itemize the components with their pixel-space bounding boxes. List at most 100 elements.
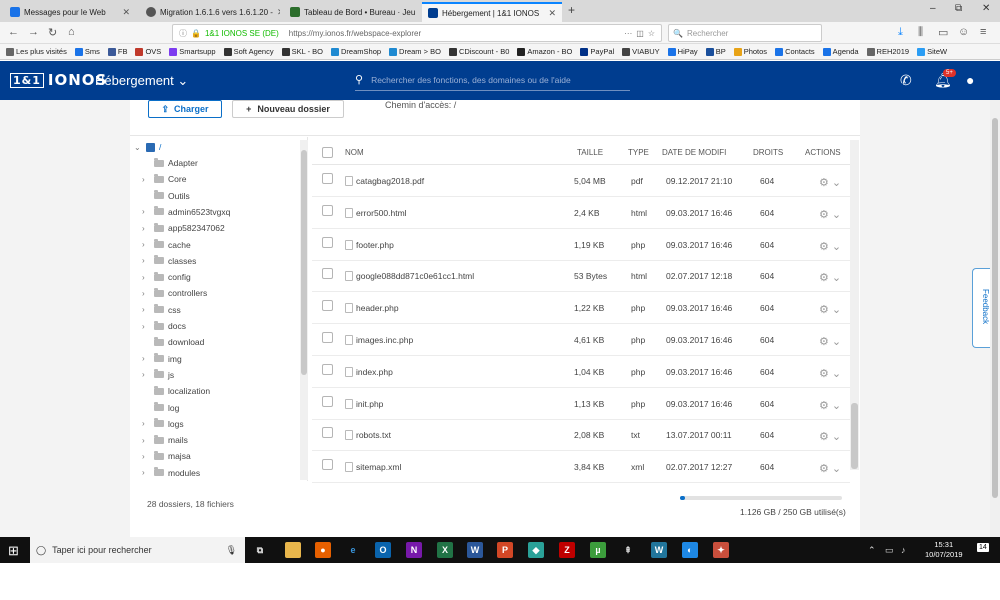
tree-item-mails[interactable]: › mails	[142, 432, 188, 448]
bookmark-item[interactable]: Sms	[74, 47, 100, 56]
bookmark-item[interactable]: Contacts	[775, 47, 815, 56]
pocket-icon[interactable]: ◫	[636, 29, 644, 38]
app-icon[interactable]: ◆	[528, 542, 544, 558]
bookmark-item[interactable]: CDiscount - B0	[448, 47, 509, 56]
file-row[interactable]: robots.txt 2,08 KB txt 13.07.2017 00:11 604 ⚙…	[312, 419, 850, 452]
row-checkbox[interactable]	[322, 236, 333, 248]
maximize-icon[interactable]: ⧉	[955, 3, 962, 14]
column-header-date[interactable]: DATE DE MODIFI	[662, 148, 728, 157]
chevron-right-icon[interactable]: ›	[142, 305, 150, 314]
row-checkbox[interactable]	[322, 332, 333, 343]
tree-root[interactable]: ⌄ /	[134, 139, 161, 155]
firefox-icon[interactable]: ●	[315, 542, 331, 558]
download-icon[interactable]: ⤓	[898, 26, 903, 39]
tree-item-modules[interactable]: › modules	[142, 465, 200, 481]
back-icon[interactable]: ←	[8, 26, 19, 38]
chevron-right-icon[interactable]: ›	[142, 289, 150, 298]
gear-icon[interactable]: ⚙ ⌄	[819, 176, 841, 189]
new-tab-icon[interactable]: +	[568, 3, 575, 17]
account-icon[interactable]: ☺	[958, 26, 969, 38]
row-checkbox[interactable]	[322, 459, 333, 471]
chevron-right-icon[interactable]: ›	[142, 370, 150, 379]
url-bar[interactable]: ⓘ 🔒 1&1 IONOS SE (DE) https://my.ionos.f…	[172, 24, 662, 42]
table-scroll-thumb[interactable]	[851, 403, 858, 469]
sidebar-icon[interactable]: ▭	[938, 26, 948, 39]
chevron-right-icon[interactable]: ›	[142, 419, 150, 428]
home-icon[interactable]: ⌂	[68, 26, 75, 38]
tab-close-icon[interactable]: ✕	[419, 7, 420, 18]
file-name[interactable]: index.php	[356, 367, 393, 377]
system-clock[interactable]: 15:31 10/07/2019	[925, 540, 963, 560]
wordpress-icon[interactable]: W	[651, 542, 667, 558]
column-header-type[interactable]: TYPE	[628, 148, 649, 157]
info-icon[interactable]: ⓘ	[179, 28, 187, 39]
close-window-icon[interactable]: ✕	[982, 3, 990, 14]
user-icon[interactable]: ●	[966, 72, 974, 88]
hosting-menu-dropdown[interactable]: Hébergement ⌄	[95, 73, 188, 89]
file-row[interactable]: sitemap.xml 3,84 KB xml 02.07.2017 12:27 604…	[312, 451, 850, 484]
file-row[interactable]: footer.php 1,19 KB php 09.03.2017 16:46 604 ⚙…	[312, 229, 850, 261]
word-icon[interactable]: W	[467, 542, 483, 558]
chevron-right-icon[interactable]: ›	[142, 273, 150, 282]
bookmark-item[interactable]: BP	[705, 47, 726, 56]
chevron-right-icon[interactable]: ›	[142, 175, 150, 184]
file-name[interactable]: robots.txt	[356, 430, 391, 440]
ionos-logo[interactable]: 1&1 IONOS	[10, 71, 107, 89]
chevron-right-icon[interactable]: ›	[142, 322, 150, 331]
tree-item-controllers[interactable]: › controllers	[142, 285, 207, 301]
bookmark-item[interactable]: Agenda	[822, 47, 859, 56]
excel-icon[interactable]: X	[437, 542, 453, 558]
gear-icon[interactable]: ⚙ ⌄	[819, 430, 841, 443]
column-header-rights[interactable]: DROITS	[753, 148, 783, 157]
tree-item-localization[interactable]: localization	[142, 383, 210, 399]
browser-search-input[interactable]: 🔍 Rechercher	[668, 24, 822, 42]
tree-item-Core[interactable]: › Core	[142, 171, 186, 187]
volume-icon[interactable]: ♪	[901, 545, 906, 555]
gear-icon[interactable]: ⚙ ⌄	[819, 271, 841, 284]
notification-center-icon[interactable]: 14	[977, 543, 989, 552]
chevron-right-icon[interactable]: ›	[142, 436, 150, 445]
forward-icon[interactable]: →	[28, 26, 39, 38]
gear-icon[interactable]: ⚙ ⌄	[819, 303, 841, 316]
utorrent-icon[interactable]: µ	[590, 542, 606, 558]
tree-item-logs[interactable]: › logs	[142, 416, 184, 432]
tree-item-config[interactable]: › config	[142, 269, 191, 285]
menu-icon[interactable]: ≡	[980, 26, 986, 38]
file-row[interactable]: error500.html 2,4 KB html 09.03.2017 16:46 6…	[312, 197, 850, 229]
bookmark-item[interactable]: SKL - BO	[281, 47, 323, 56]
network-icon[interactable]: ▭	[885, 545, 894, 556]
tree-item-Outils[interactable]: Outils	[142, 188, 190, 204]
outlook-icon[interactable]: O	[375, 542, 391, 558]
bookmark-item[interactable]: PayPal	[580, 47, 614, 56]
row-checkbox[interactable]	[322, 173, 333, 184]
tab-close-icon[interactable]: ✕	[548, 8, 556, 19]
filezilla-icon[interactable]: Z	[559, 542, 575, 558]
microphone-icon[interactable]: 🎙︎	[226, 545, 237, 556]
tree-item-cache[interactable]: › cache	[142, 237, 191, 253]
gear-icon[interactable]: ⚙ ⌄	[819, 240, 841, 253]
bookmark-item[interactable]: Amazon - BO	[517, 47, 572, 56]
bookmark-item[interactable]: HiPay	[667, 47, 698, 56]
chevron-right-icon[interactable]: ›	[142, 256, 150, 265]
bookmark-item[interactable]: Soft Agency	[223, 47, 274, 56]
chevron-right-icon[interactable]: ›	[142, 224, 150, 233]
edge-icon[interactable]: e	[345, 542, 361, 558]
bookmark-item[interactable]: REH2019	[866, 47, 909, 56]
tree-item-Adapter[interactable]: Adapter	[142, 155, 198, 171]
chevron-down-icon[interactable]: ⌄	[134, 143, 142, 152]
row-checkbox[interactable]	[322, 363, 333, 375]
file-name[interactable]: error500.html	[356, 208, 407, 218]
file-name[interactable]: header.php	[356, 303, 399, 313]
page-scroll-thumb[interactable]	[992, 118, 998, 498]
minimize-icon[interactable]: –	[930, 3, 936, 14]
url-text[interactable]: https://my.ionos.fr/webspace-explorer	[289, 29, 421, 38]
chevron-right-icon[interactable]: ›	[142, 207, 150, 216]
tree-item-js[interactable]: › js	[142, 367, 174, 383]
bookmark-star-icon[interactable]: ☆	[648, 29, 655, 38]
app-icon[interactable]: ✦	[713, 542, 729, 558]
file-row[interactable]: header.php 1,22 KB php 09.03.2017 16:46 604 ⚙…	[312, 292, 850, 325]
onenote-icon[interactable]: N	[406, 542, 422, 558]
tree-item-log[interactable]: log	[142, 400, 179, 416]
tree-item-css[interactable]: › css	[142, 302, 181, 318]
column-header-name[interactable]: NOM	[345, 148, 364, 157]
